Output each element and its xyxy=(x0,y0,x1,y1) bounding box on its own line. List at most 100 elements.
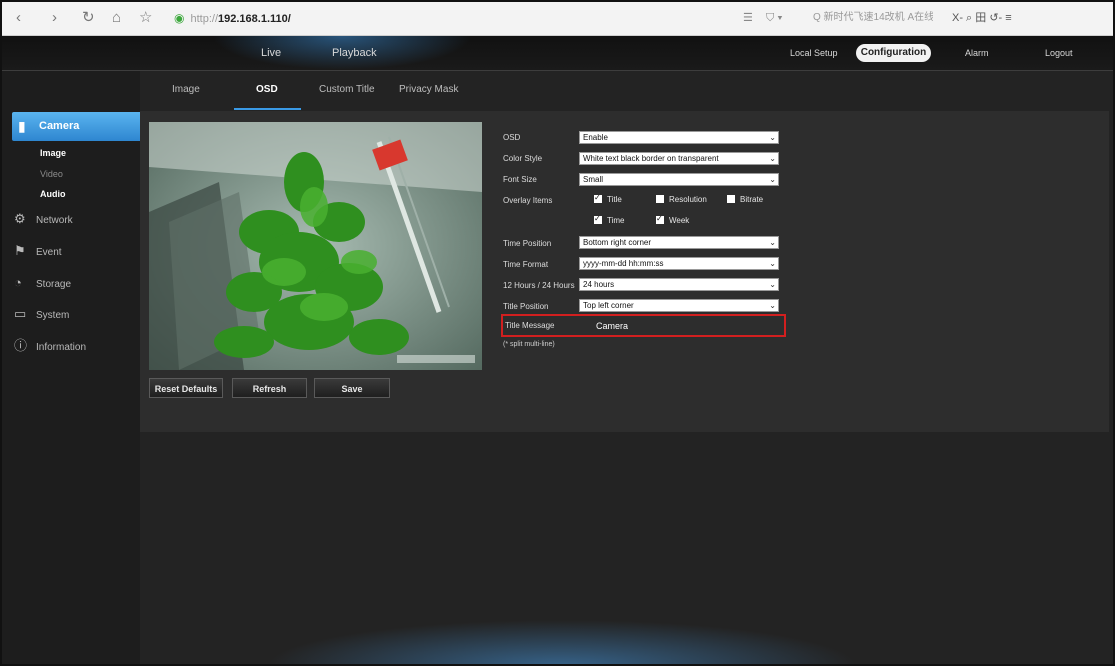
title-position-label: Title Position xyxy=(503,302,549,311)
reset-defaults-button[interactable]: Reset Defaults xyxy=(149,378,223,398)
color-style-select[interactable]: White text black border on transparent ⌄ xyxy=(579,152,779,165)
overlay-title-label: Title xyxy=(607,195,622,204)
osd-select[interactable]: Enable ⌄ xyxy=(579,131,779,144)
chevron-down-icon: ⌄ xyxy=(769,259,776,268)
sidebar-item-storage[interactable]: ◔ Storage xyxy=(14,273,71,293)
browser-search-box[interactable]: Q 新时代飞速14改机 A在线 xyxy=(813,9,933,27)
checkbox-icon xyxy=(727,195,735,203)
color-style-value: White text black border on transparent xyxy=(583,154,719,163)
sidebar-sub-image[interactable]: Image xyxy=(40,148,66,158)
sidebar-sub-audio[interactable]: Audio xyxy=(40,189,66,199)
overlay-week-checkbox[interactable]: Week xyxy=(656,213,690,227)
osd-label: OSD xyxy=(503,133,521,142)
sidebar-system-label: System xyxy=(36,310,70,321)
sidebar-item-system[interactable]: ▭ System xyxy=(14,304,69,324)
time-format-select[interactable]: yyyy-mm-dd hh:mm:ss ⌄ xyxy=(579,257,779,270)
sidebar xyxy=(2,71,140,664)
url-protocol: http:// xyxy=(190,13,219,25)
time-format-value: yyyy-mm-dd hh:mm:ss xyxy=(583,259,664,268)
address-bar[interactable]: ◉ http://192.168.1.110/ xyxy=(174,8,734,28)
sidebar-sub-video[interactable]: Video xyxy=(40,169,63,179)
overlay-title-checkbox[interactable]: Title xyxy=(594,192,622,206)
sidebar-event-label: Event xyxy=(36,247,62,258)
back-icon[interactable]: ‹ xyxy=(16,9,21,27)
nav-alarm[interactable]: Alarm xyxy=(965,36,989,70)
url-host: 192.168.1.110/ xyxy=(218,13,291,25)
overlay-time-label: Time xyxy=(607,216,625,225)
tab-image[interactable]: Image xyxy=(172,84,200,95)
bottom-glow xyxy=(242,616,882,664)
chevron-down-icon: ⌄ xyxy=(769,280,776,289)
title-message-hint: (* split multi-line) xyxy=(503,341,555,348)
color-style-label: Color Style xyxy=(503,154,543,163)
shield-dropdown-icon[interactable]: ⛉ ▾ xyxy=(766,10,783,26)
title-position-value: Top left corner xyxy=(583,301,634,310)
storage-icon: ◔ xyxy=(14,275,22,290)
overlay-resolution-label: Resolution xyxy=(669,195,707,204)
font-size-value: Small xyxy=(583,175,604,184)
chevron-down-icon: ⌄ xyxy=(769,301,776,310)
sidebar-item-event[interactable]: ⚑ Event xyxy=(14,241,62,261)
time-format-label: Time Format xyxy=(503,260,549,269)
camera-preview xyxy=(149,122,482,370)
title-message-input[interactable]: Camera xyxy=(596,321,628,331)
hours-select[interactable]: 24 hours ⌄ xyxy=(579,278,779,291)
overlay-resolution-checkbox[interactable]: Resolution xyxy=(656,194,707,206)
overlay-bitrate-checkbox[interactable]: Bitrate xyxy=(727,194,763,206)
star-icon[interactable]: ☆ xyxy=(139,9,152,27)
nav-local-setup[interactable]: Local Setup xyxy=(790,36,838,70)
checkbox-checked-icon xyxy=(594,192,602,204)
time-position-label: Time Position xyxy=(503,239,552,248)
overlay-time-checkbox[interactable]: Time xyxy=(594,213,625,227)
overlay-week-label: Week xyxy=(669,216,690,225)
title-message-highlight: Title Message Camera xyxy=(501,314,786,337)
font-size-label: Font Size xyxy=(503,175,537,184)
checkbox-icon xyxy=(656,195,664,203)
tab-custom-title[interactable]: Custom Title xyxy=(319,84,375,95)
reader-icon[interactable]: ☰ xyxy=(743,10,753,26)
nav-configuration[interactable]: Configuration xyxy=(856,44,931,62)
sidebar-network-label: Network xyxy=(36,215,73,226)
nav-live[interactable]: Live xyxy=(261,36,281,70)
save-button[interactable]: Save xyxy=(314,378,390,398)
checkbox-checked-icon xyxy=(594,213,602,225)
camera-preview-image xyxy=(149,122,482,370)
app-root: Live Playback Local Setup Configuration … xyxy=(2,36,1113,664)
information-icon: ⓘ xyxy=(14,338,28,353)
hours-value: 24 hours xyxy=(583,280,615,289)
nav-logout[interactable]: Logout xyxy=(1045,36,1073,70)
sidebar-camera-label: Camera xyxy=(39,120,80,132)
hours-label: 12 Hours / 24 Hours xyxy=(503,281,575,290)
chevron-down-icon: ⌄ xyxy=(769,133,776,142)
network-icon: ⚙ xyxy=(14,211,26,226)
home-icon[interactable]: ⌂ xyxy=(112,9,121,27)
time-position-select[interactable]: Bottom right corner ⌄ xyxy=(579,236,779,249)
chevron-down-icon: ⌄ xyxy=(769,175,776,184)
time-position-value: Bottom right corner xyxy=(583,238,652,247)
tab-privacy-mask[interactable]: Privacy Mask xyxy=(399,84,458,95)
event-icon: ⚑ xyxy=(14,243,26,258)
forward-icon[interactable]: › xyxy=(52,9,57,27)
refresh-button[interactable]: Refresh xyxy=(232,378,307,398)
search-text: Q 新时代飞速14改机 A在线 xyxy=(813,12,933,23)
tab-osd[interactable]: OSD xyxy=(256,84,278,95)
reload-icon[interactable]: ↻ xyxy=(82,9,95,27)
nav-playback[interactable]: Playback xyxy=(332,36,377,70)
sidebar-item-network[interactable]: ⚙ Network xyxy=(14,209,73,229)
browser-right-tools[interactable]: X- ⌕ 田 ↺- ≡ xyxy=(952,10,1012,26)
sidebar-item-information[interactable]: ⓘ Information xyxy=(14,336,86,356)
sidebar-item-camera[interactable]: ▮ Camera xyxy=(12,112,145,141)
system-icon: ▭ xyxy=(14,306,27,321)
top-navigation: Live Playback Local Setup Configuration … xyxy=(2,36,1113,70)
screenshot-frame: ‹ › ↻ ⌂ ☆ ◉ http://192.168.1.110/ ☰ ⛉ ▾ Q… xyxy=(0,0,1115,666)
chevron-down-icon: ⌄ xyxy=(769,154,776,163)
browser-toolbar: ‹ › ↻ ⌂ ☆ ◉ http://192.168.1.110/ ☰ ⛉ ▾ Q… xyxy=(2,2,1113,36)
font-size-select[interactable]: Small ⌄ xyxy=(579,173,779,186)
checkbox-checked-icon xyxy=(656,213,664,225)
overlay-bitrate-label: Bitrate xyxy=(740,195,764,204)
active-tab-indicator xyxy=(234,108,301,110)
chevron-down-icon: ⌄ xyxy=(769,238,776,247)
secure-shield-icon: ◉ xyxy=(174,11,185,25)
sidebar-information-label: Information xyxy=(36,342,87,353)
title-position-select[interactable]: Top left corner ⌄ xyxy=(579,299,779,312)
